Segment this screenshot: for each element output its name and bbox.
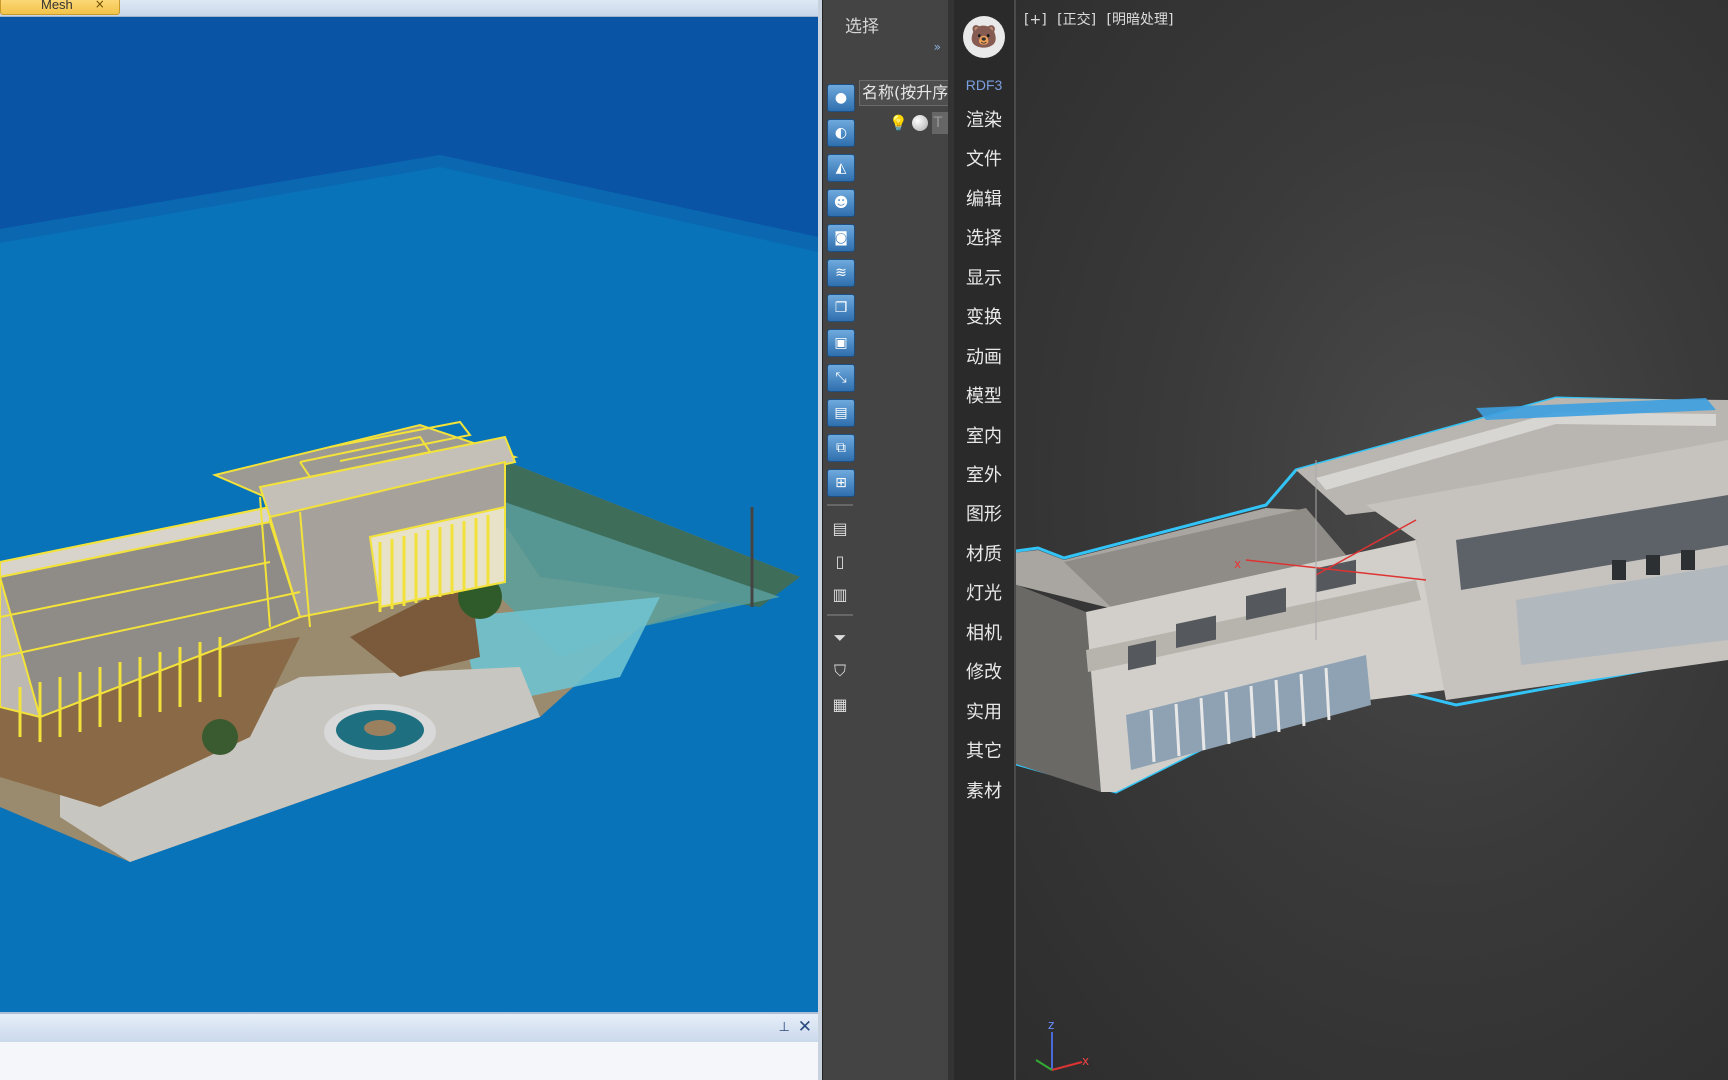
rdf-menu-select[interactable]: 选择 bbox=[954, 224, 1014, 250]
rdf-menu-interior[interactable]: 室内 bbox=[954, 422, 1014, 448]
document-tab-bar: Mesh × bbox=[0, 0, 820, 17]
mesh-scene-graphic bbox=[0, 17, 818, 1012]
sphere-icon bbox=[911, 115, 928, 131]
helpers-filter-icon[interactable]: ▣ bbox=[827, 329, 855, 357]
lights-filter-icon[interactable]: ☻ bbox=[827, 189, 855, 217]
containers-filter-icon[interactable]: ▤ bbox=[827, 399, 855, 427]
light-bulb-icon[interactable]: 💡 bbox=[889, 114, 908, 132]
gizmo-x-label: x bbox=[1082, 1054, 1090, 1068]
toolbar-separator bbox=[827, 504, 853, 506]
bottom-dock-panel: ⊥ ✕ bbox=[0, 1012, 820, 1080]
cameras-filter-icon[interactable]: ◙ bbox=[827, 224, 855, 252]
rdf-menu-file[interactable]: 文件 bbox=[954, 145, 1014, 171]
building-model-selected: x bbox=[1016, 396, 1728, 794]
orthographic-viewport[interactable]: [+] [正交] [明暗处理] x z x bbox=[1016, 0, 1728, 1080]
rdf3-plugin-menu: 🐻 RDF3 渲染 文件 编辑 选择 显示 变换 动画 模型 室内 室外 图形 … bbox=[954, 0, 1016, 1080]
spacewarps-filter-icon[interactable]: ≋ bbox=[827, 259, 855, 287]
expand-chevron-icon[interactable]: » bbox=[934, 40, 941, 54]
scene-object-row[interactable]: 💡 T bbox=[889, 112, 950, 134]
shapes-filter-icon[interactable]: ◭ bbox=[827, 154, 855, 182]
svg-text:x: x bbox=[1234, 557, 1241, 571]
rdf-menu-lights[interactable]: 灯光 bbox=[954, 579, 1014, 605]
layer-list-icon[interactable]: ▦ bbox=[827, 691, 853, 717]
rdf3-logo-icon[interactable]: 🐻 bbox=[963, 16, 1005, 58]
rdf3-plugin-name: RDF3 bbox=[965, 77, 1003, 93]
rdf-menu-display[interactable]: 显示 bbox=[954, 264, 1014, 290]
rdf-menu-exterior[interactable]: 室外 bbox=[954, 461, 1014, 487]
toolbar-separator bbox=[827, 614, 853, 616]
rdf-menu-shapes[interactable]: 图形 bbox=[954, 500, 1014, 526]
filter-settings-icon[interactable]: ⛉ bbox=[827, 658, 853, 684]
rdf-menu-utilities[interactable]: 实用 bbox=[954, 698, 1014, 724]
geometry-filter-icon[interactable]: ◐ bbox=[827, 119, 855, 147]
display-all-icon[interactable]: ● bbox=[827, 84, 855, 112]
rdf-menu-transform[interactable]: 变换 bbox=[954, 303, 1014, 329]
scene-explorer-panel: 选择 » ● ◐ ◭ ☻ ◙ ≋ ❐ ▣ ⤡ ▤ ⧉ ⊞ ▤ ▯ ▥ ⏷ ⛉ ▦… bbox=[822, 0, 953, 1080]
pin-icon[interactable]: ⊥ bbox=[779, 1020, 790, 1035]
tab-close-icon[interactable]: × bbox=[95, 0, 105, 11]
invert-selection-icon[interactable]: ▥ bbox=[827, 581, 853, 607]
rdf-menu-modify[interactable]: 修改 bbox=[954, 658, 1014, 684]
bottom-dock-titlebar: ⊥ ✕ bbox=[0, 1012, 820, 1042]
tab-mesh[interactable]: Mesh × bbox=[0, 0, 120, 15]
rdf-menu-model[interactable]: 模型 bbox=[954, 382, 1014, 408]
tab-mesh-label: Mesh bbox=[41, 0, 73, 12]
gizmo-z-label: z bbox=[1048, 1018, 1055, 1032]
mesh-viewer-window: Mesh × ⊥ ✕ bbox=[0, 0, 820, 1080]
rdf-menu-edit[interactable]: 编辑 bbox=[954, 185, 1014, 211]
rdf-menu-camera[interactable]: 相机 bbox=[954, 619, 1014, 645]
filter-toolbar: ● ◐ ◭ ☻ ◙ ≋ ❐ ▣ ⤡ ▤ ⧉ ⊞ ▤ ▯ ▥ ⏷ ⛉ ▦ bbox=[827, 84, 859, 724]
hierarchy-filter-icon[interactable]: ⊞ bbox=[827, 469, 855, 497]
name-column-header[interactable]: 名称(按升序 bbox=[859, 80, 953, 106]
rdf-menu-other[interactable]: 其它 bbox=[954, 737, 1014, 763]
world-axis-gizmo bbox=[1035, 1032, 1083, 1071]
xrefs-filter-icon[interactable]: ⧉ bbox=[827, 434, 855, 462]
select-none-icon[interactable]: ▯ bbox=[827, 548, 853, 574]
scene-explorer-title: 选择 bbox=[845, 17, 879, 37]
viewport-model-graphic: x bbox=[1016, 396, 1728, 1071]
rdf-menu-assets[interactable]: 素材 bbox=[954, 777, 1014, 803]
bones-filter-icon[interactable]: ⤡ bbox=[827, 364, 855, 392]
object-name: T bbox=[931, 112, 950, 134]
filter-funnel-icon[interactable]: ⏷ bbox=[827, 625, 853, 651]
groups-filter-icon[interactable]: ❐ bbox=[827, 294, 855, 322]
rdf-menu-material[interactable]: 材质 bbox=[954, 540, 1014, 566]
close-icon[interactable]: ✕ bbox=[798, 1017, 812, 1037]
mesh-3d-scene[interactable] bbox=[0, 17, 818, 1012]
rdf-menu-animation[interactable]: 动画 bbox=[954, 343, 1014, 369]
rdf-menu-render[interactable]: 渲染 bbox=[954, 106, 1014, 132]
select-all-icon[interactable]: ▤ bbox=[827, 515, 853, 541]
